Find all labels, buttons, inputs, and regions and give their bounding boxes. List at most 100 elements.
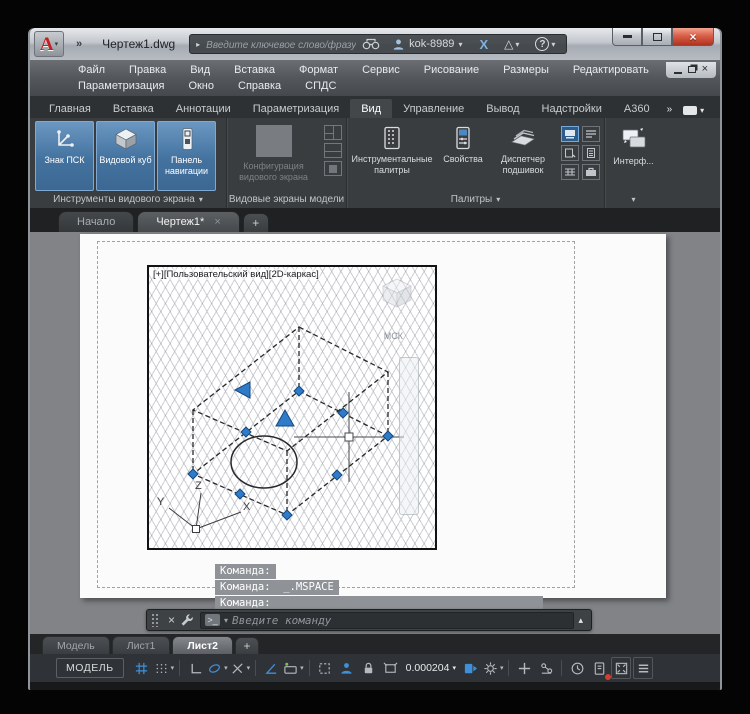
ribbon-tab-a360[interactable]: A360 [613, 99, 661, 118]
layout-viewport[interactable]: Z Y X [+][Пользовательский вид][2D-карка… [147, 265, 437, 550]
navigation-bar-widget[interactable] [399, 357, 419, 515]
palette-calculator-icon[interactable] [582, 145, 600, 161]
ribbon-tab-output[interactable]: Вывод [475, 99, 530, 118]
customization-menu-button[interactable] [633, 657, 654, 679]
menu-window[interactable]: Окно [176, 78, 226, 94]
palette-toolbox-icon[interactable] [582, 164, 600, 180]
menu-view[interactable]: Вид [178, 62, 222, 78]
layout-tab-list1[interactable]: Лист1 [111, 636, 171, 654]
layout-tab-list2[interactable]: Лист2 [172, 636, 234, 654]
exchange-apps-button[interactable]: X [474, 37, 493, 52]
grid-display-button[interactable] [132, 657, 152, 679]
ribbon-tab-parametric[interactable]: Параметризация [242, 99, 350, 118]
palette-blocks-icon[interactable] [561, 126, 579, 142]
object-snap-tracking-button[interactable]: ▾ [230, 657, 250, 679]
properties-button[interactable]: Свойства [435, 121, 491, 191]
menu-dimension[interactable]: Размеры [491, 62, 561, 78]
grip-arrow-left[interactable] [233, 381, 251, 399]
panel-palettes-label[interactable]: Палитры ▾ [347, 191, 604, 208]
search-input[interactable] [206, 40, 357, 51]
menu-file[interactable]: Файл [66, 62, 117, 78]
menu-spds[interactable]: СПДС [293, 78, 348, 94]
navigation-bar-button[interactable]: Панель навигации [157, 121, 216, 191]
viewcube-button[interactable]: Видовой куб [96, 121, 155, 191]
palette-markup-icon[interactable] [561, 145, 579, 161]
annotation-visibility-button[interactable] [337, 657, 357, 679]
tool-palettes-button[interactable]: Инструментальные палитры [352, 121, 432, 191]
chevron-right-icon[interactable]: ▸ [196, 40, 200, 49]
annotation-scale-value[interactable]: 0.000204 ▾ [403, 662, 459, 674]
a360-button[interactable]: △ ▾ [499, 37, 524, 51]
doc-minimize-icon[interactable] [673, 71, 682, 74]
menu-parametric[interactable]: Параметризация [66, 78, 176, 94]
quick-access-overflow-button[interactable]: » [68, 38, 88, 50]
file-tab-close-icon[interactable]: × [214, 216, 220, 228]
panel-model-viewports-label[interactable]: Видовые экраны модели [227, 191, 346, 208]
app-menu-button[interactable]: A ▾ [34, 31, 64, 57]
menu-draw[interactable]: Рисование [412, 62, 491, 78]
clock-clean-screen-button[interactable] [567, 657, 587, 679]
snap-mode-button[interactable]: ▾ [154, 657, 174, 679]
ribbon-tab-home[interactable]: Главная [38, 99, 102, 118]
customize-wrench-icon[interactable] [180, 613, 194, 627]
search-box[interactable] [206, 35, 357, 53]
viewcube-widget[interactable] [381, 277, 413, 309]
doc-restore-icon[interactable] [687, 66, 696, 73]
fullscreen-button[interactable] [611, 657, 632, 679]
interface-button[interactable]: Интерф... [609, 121, 659, 191]
command-bar-close-icon[interactable]: × [163, 613, 180, 627]
command-expand-icon[interactable]: ▴ [574, 615, 587, 626]
chevron-down-icon[interactable]: ▾ [224, 616, 228, 625]
grip-corner-w[interactable] [187, 468, 199, 480]
ribbon-tab-overflow-button[interactable]: » [661, 100, 678, 118]
viewport-controls-label[interactable]: [+][Пользовательский вид][2D-каркас] [152, 269, 320, 280]
grip-mid-sw[interactable] [234, 488, 246, 500]
ribbon-minimize-button[interactable]: ▾ [677, 103, 710, 118]
polar-tracking-button[interactable] [261, 657, 281, 679]
viewport-configuration-button[interactable]: Конфигурация видового экрана [231, 121, 316, 184]
viewport-join-icon[interactable] [324, 125, 342, 140]
annotation-autoscale-button[interactable] [461, 657, 481, 679]
grip-arrow-up[interactable] [275, 408, 295, 427]
command-prompt-icon[interactable]: >_ [205, 614, 221, 626]
panel-viewport-tools-label[interactable]: Инструменты видового экрана ▾ [30, 191, 226, 208]
panel-interface-label[interactable]: ▾ [605, 191, 662, 208]
ortho-mode-button[interactable] [185, 657, 205, 679]
menu-edit[interactable]: Правка [117, 62, 178, 78]
dynamic-input-button[interactable]: ▾ [283, 657, 304, 679]
file-tab-drawing1[interactable]: Чертеж1* × [137, 211, 240, 232]
selection-cycling-button[interactable] [315, 657, 335, 679]
ribbon-tab-manage[interactable]: Управление [392, 99, 475, 118]
menu-tools[interactable]: Сервис [350, 62, 412, 78]
isometric-drafting-button[interactable]: ▾ [207, 657, 228, 679]
grip-corner-s[interactable] [281, 509, 293, 521]
new-drawing-tab-button[interactable]: + [242, 213, 269, 232]
notification-button[interactable] [589, 657, 612, 680]
layout-tab-model[interactable]: Модель [42, 636, 110, 654]
maximize-button[interactable] [642, 28, 672, 46]
selection-grips[interactable] [187, 381, 394, 521]
viewport-split-horizontal-icon[interactable] [324, 143, 342, 158]
palette-count-icon[interactable] [582, 126, 600, 142]
sheet-set-manager-button[interactable]: Диспетчер подшивок [495, 121, 551, 191]
command-bar-grip[interactable] [151, 613, 158, 627]
model-space-button[interactable]: МОДЕЛЬ [56, 658, 124, 678]
new-layout-button[interactable]: + [235, 637, 260, 654]
menu-format[interactable]: Формат [287, 62, 350, 78]
search-binoculars-icon[interactable] [362, 38, 380, 50]
menu-help[interactable]: Справка [226, 78, 293, 94]
drawing-canvas[interactable]: Z Y X [+][Пользовательский вид][2D-карка… [30, 232, 720, 634]
minimize-button[interactable] [612, 28, 642, 46]
command-input-field[interactable]: >_ ▾ [200, 611, 575, 629]
close-button[interactable]: × [672, 28, 714, 46]
menu-modify[interactable]: Редактировать [561, 62, 661, 78]
file-tab-start[interactable]: Начало [58, 211, 135, 232]
annotation-scale-icon-button[interactable] [381, 657, 401, 679]
wcs-label[interactable]: МСК [384, 331, 403, 341]
ribbon-tab-insert[interactable]: Вставка [102, 99, 165, 118]
ribbon-tab-annotate[interactable]: Аннотации [165, 99, 242, 118]
doc-close-icon[interactable]: × [702, 64, 708, 75]
command-input[interactable] [232, 613, 570, 627]
viewport-restore-icon[interactable] [324, 161, 342, 176]
sign-in-user[interactable]: kok-8989 ▾ [386, 38, 468, 51]
